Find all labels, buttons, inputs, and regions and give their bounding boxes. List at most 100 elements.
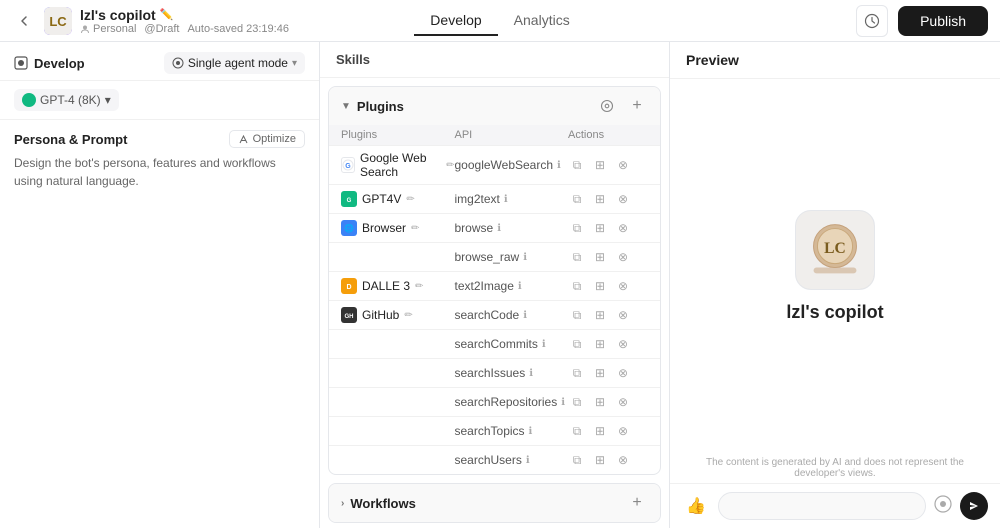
google-edit-icon[interactable]: ✏ [446, 160, 454, 171]
google-copy-icon[interactable]: ⧉ [568, 156, 586, 174]
plugins-header-left: ▼ Plugins [341, 99, 404, 114]
svg-text:D: D [346, 284, 351, 291]
searchcode-delete-icon[interactable]: ⊗ [614, 306, 632, 324]
plugins-block: ▼ Plugins + Plugins API Actions [328, 86, 661, 475]
google-edit2-icon[interactable]: ⊞ [591, 156, 609, 174]
searchrepos-info-icon[interactable]: ℹ [561, 397, 565, 408]
back-button[interactable] [12, 9, 36, 33]
gpt4v-info-icon[interactable]: ℹ [504, 194, 508, 205]
plugin-row-github-searchusers: searchUsers ℹ ⧉ ⊞ ⊗ [329, 445, 660, 474]
plugin-name-browser: 🌐 Browser ✏ [341, 220, 455, 236]
browse-delete-icon[interactable]: ⊗ [614, 219, 632, 237]
searchusers-edit2-icon[interactable]: ⊞ [591, 451, 609, 469]
draft-meta: @Draft [144, 23, 179, 35]
optimize-button[interactable]: Optimize [229, 130, 305, 148]
plugin-row-github-searchcommits: searchCommits ℹ ⧉ ⊞ ⊗ [329, 329, 660, 358]
browse-info-icon[interactable]: ℹ [497, 223, 501, 234]
plugin-api-gpt4v: img2text ℹ [455, 192, 569, 206]
browser-edit-icon[interactable]: ✏ [411, 223, 419, 234]
dalle-edit2-icon[interactable]: ⊞ [591, 277, 609, 295]
preview-chat-area: 👍 [670, 483, 1000, 528]
plugin-api-browse: browse ℹ [455, 221, 569, 235]
browse-edit2-icon[interactable]: ⊞ [591, 219, 609, 237]
preview-voice-icon[interactable] [934, 495, 952, 518]
searchissues-info-icon[interactable]: ℹ [529, 368, 533, 379]
workflows-header-left: › Workflows [341, 496, 416, 511]
preview-like-icon[interactable]: 👍 [682, 496, 710, 516]
github-edit-icon[interactable]: ✏ [404, 310, 412, 321]
center-panel: Skills ▼ Plugins + [320, 42, 670, 528]
searchcommits-copy-icon[interactable]: ⧉ [568, 335, 586, 353]
plugin-actions-searchusers: ⧉ ⊞ ⊗ [568, 451, 648, 469]
tab-analytics[interactable]: Analytics [498, 6, 586, 36]
searchtopics-copy-icon[interactable]: ⧉ [568, 422, 586, 440]
google-info-icon[interactable]: ℹ [557, 160, 561, 171]
searchcommits-info-icon[interactable]: ℹ [542, 339, 546, 350]
history-button[interactable] [856, 5, 888, 37]
left-panel-header: Develop Single agent mode ▾ [0, 42, 319, 81]
searchusers-info-icon[interactable]: ℹ [526, 455, 530, 466]
searchusers-delete-icon[interactable]: ⊗ [614, 451, 632, 469]
searchrepos-edit2-icon[interactable]: ⊞ [591, 393, 609, 411]
dalle-edit-icon[interactable]: ✏ [415, 281, 423, 292]
searchtopics-delete-icon[interactable]: ⊗ [614, 422, 632, 440]
skills-header: Skills [320, 42, 669, 78]
google-delete-icon[interactable]: ⊗ [614, 156, 632, 174]
publish-button[interactable]: Publish [898, 6, 988, 36]
browse-raw-delete-icon[interactable]: ⊗ [614, 248, 632, 266]
gpt4v-edit2-icon[interactable]: ⊞ [591, 190, 609, 208]
preview-send-button[interactable] [960, 492, 988, 520]
workflows-block: › Workflows + [328, 483, 661, 523]
plugin-row-dalle: D DALLE 3 ✏ text2Image ℹ ⧉ ⊞ ⊗ [329, 271, 660, 300]
searchcode-copy-icon[interactable]: ⧉ [568, 306, 586, 324]
searchtopics-edit2-icon[interactable]: ⊞ [591, 422, 609, 440]
preview-panel: Preview LC lzl's copilot The content is … [670, 42, 1000, 528]
plugin-api-dalle: text2Image ℹ [455, 279, 569, 293]
tab-develop[interactable]: Develop [414, 6, 497, 36]
gpt4v-delete-icon[interactable]: ⊗ [614, 190, 632, 208]
persona-title-row: Persona & Prompt Optimize [14, 130, 305, 148]
dalle-info-icon[interactable]: ℹ [518, 281, 522, 292]
searchtopics-info-icon[interactable]: ℹ [529, 426, 533, 437]
workflows-add-icon[interactable]: + [626, 492, 648, 514]
edit-name-icon[interactable]: ✏️ [160, 8, 174, 21]
searchissues-delete-icon[interactable]: ⊗ [614, 364, 632, 382]
main-content: Develop Single agent mode ▾ GPT-4 (8K) ▾… [0, 42, 1000, 528]
searchcode-edit2-icon[interactable]: ⊞ [591, 306, 609, 324]
browse-raw-info-icon[interactable]: ℹ [523, 252, 527, 263]
gpt4v-copy-icon[interactable]: ⧉ [568, 190, 586, 208]
searchusers-copy-icon[interactable]: ⧉ [568, 451, 586, 469]
browse-raw-edit2-icon[interactable]: ⊞ [591, 248, 609, 266]
gpt4v-edit-icon[interactable]: ✏ [406, 194, 414, 205]
browse-raw-copy-icon[interactable]: ⧉ [568, 248, 586, 266]
plugin-actions-gpt4v: ⧉ ⊞ ⊗ [568, 190, 648, 208]
plugin-name-google: G Google Web Search ✏ [341, 151, 455, 179]
searchissues-copy-icon[interactable]: ⧉ [568, 364, 586, 382]
svg-text:LC: LC [824, 239, 846, 256]
mode-selector[interactable]: Single agent mode ▾ [164, 52, 305, 74]
searchissues-edit2-icon[interactable]: ⊞ [591, 364, 609, 382]
dalle-copy-icon[interactable]: ⧉ [568, 277, 586, 295]
plugin-api-searchusers: searchUsers ℹ [455, 453, 569, 467]
preview-chat-hint: The content is generated by AI and does … [706, 457, 964, 479]
persona-section: Persona & Prompt Optimize Design the bot… [0, 120, 319, 200]
plugin-actions-browse-raw: ⧉ ⊞ ⊗ [568, 248, 648, 266]
searchcommits-edit2-icon[interactable]: ⊞ [591, 335, 609, 353]
preview-chat-input[interactable] [718, 492, 926, 520]
dalle-delete-icon[interactable]: ⊗ [614, 277, 632, 295]
plugins-settings-icon[interactable] [596, 95, 618, 117]
workflows-section-header[interactable]: › Workflows + [329, 484, 660, 522]
plugins-section-header[interactable]: ▼ Plugins + [329, 87, 660, 125]
autosaved-meta: Auto-saved 23:19:46 [187, 23, 289, 35]
plugins-add-icon[interactable]: + [626, 95, 648, 117]
searchcode-info-icon[interactable]: ℹ [523, 310, 527, 321]
plugin-name-gpt4v: G GPT4V ✏ [341, 191, 455, 207]
bot-name-area: lzl's copilot ✏️ Personal @Draft Auto-sa… [80, 7, 289, 35]
searchrepos-copy-icon[interactable]: ⧉ [568, 393, 586, 411]
plugin-row-google: G Google Web Search ✏ googleWebSearch ℹ … [329, 145, 660, 184]
browse-copy-icon[interactable]: ⧉ [568, 219, 586, 237]
gpt-model-selector[interactable]: GPT-4 (8K) ▾ [14, 89, 119, 111]
searchcommits-delete-icon[interactable]: ⊗ [614, 335, 632, 353]
searchrepos-delete-icon[interactable]: ⊗ [614, 393, 632, 411]
preview-avatar: LC [795, 210, 875, 290]
